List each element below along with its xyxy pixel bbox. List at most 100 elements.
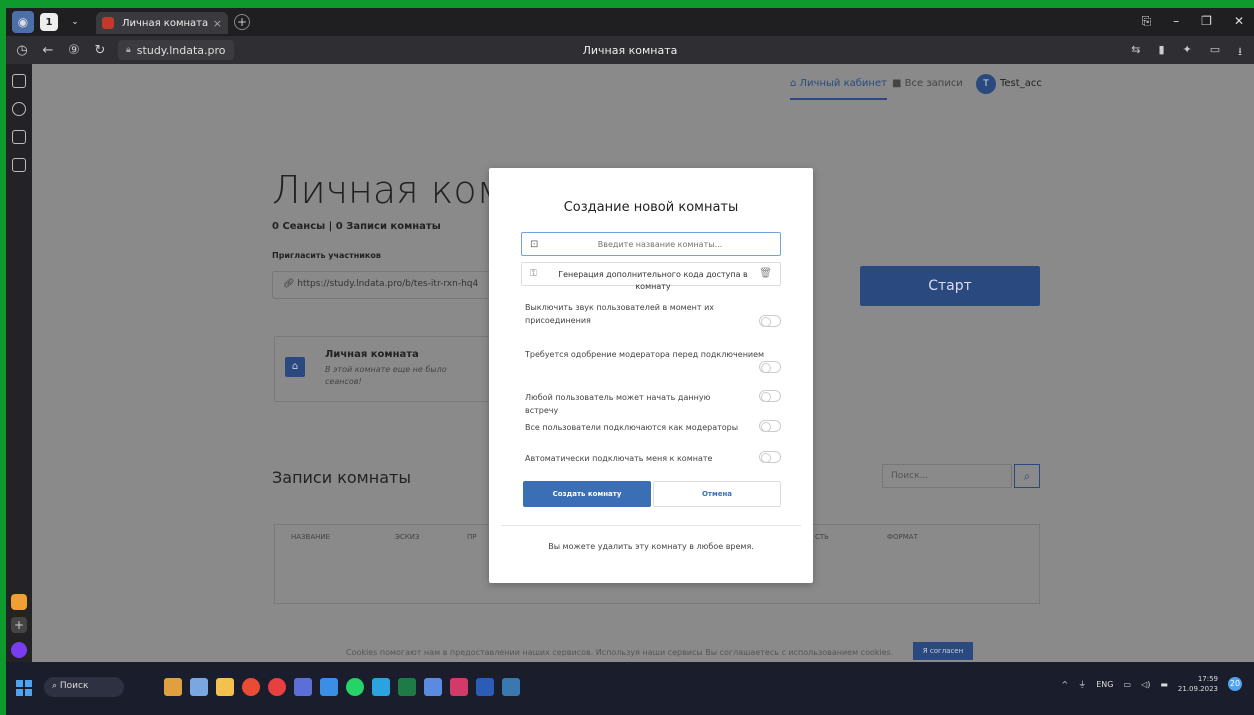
- nav-personal-cabinet[interactable]: ⌂ Личный кабинет: [790, 78, 887, 100]
- explorer-icon[interactable]: [216, 678, 234, 696]
- col-header-thumbnail[interactable]: ЭСКИЗ: [395, 533, 419, 541]
- clock-date: 21.09.2023: [1177, 685, 1218, 693]
- option-moderator-approval-toggle[interactable]: [759, 361, 781, 373]
- telegram-icon[interactable]: [372, 678, 390, 696]
- minimize-icon[interactable]: –: [1173, 14, 1179, 29]
- notification-badge[interactable]: 20: [1228, 677, 1242, 691]
- close-icon[interactable]: ×: [213, 17, 222, 30]
- chevron-down-icon[interactable]: ⌄: [64, 11, 86, 33]
- gallery-icon[interactable]: [12, 158, 26, 172]
- option-mute-on-join-toggle[interactable]: [759, 315, 781, 327]
- option-moderator-approval-label: Требуется одобрение модератора перед под…: [525, 350, 765, 359]
- search-icon[interactable]: ⌕: [1014, 464, 1040, 488]
- windows-start-icon[interactable]: [16, 680, 32, 696]
- avatar[interactable]: T: [976, 74, 996, 94]
- video-icon: ■: [892, 78, 905, 89]
- clock[interactable]: 17:59 21.09.2023: [1178, 674, 1218, 694]
- calendar-icon[interactable]: [12, 130, 26, 144]
- whatsapp-icon[interactable]: [346, 678, 364, 696]
- taskbar-search[interactable]: ⌕ Поиск: [44, 677, 124, 697]
- cookie-accept-button[interactable]: Я согласен: [913, 642, 973, 660]
- network-icon[interactable]: ▭: [1124, 680, 1132, 689]
- word-icon[interactable]: [476, 678, 494, 696]
- active-tab[interactable]: Личная комната ×: [96, 12, 228, 34]
- option-anyone-can-start-toggle[interactable]: [759, 390, 781, 402]
- option-auto-join-toggle[interactable]: [759, 451, 781, 463]
- cancel-button[interactable]: Отмена: [653, 481, 781, 507]
- taskbar-search-label: Поиск: [59, 681, 89, 691]
- invite-label: Пригласить участников: [272, 251, 381, 260]
- bookmark-icon[interactable]: ▮: [1158, 43, 1164, 62]
- records-title: Записи комнаты: [272, 468, 411, 487]
- widget-icon[interactable]: [164, 678, 182, 696]
- room-card-title: Личная комната: [325, 349, 419, 360]
- tab-title: Личная комната: [122, 17, 209, 29]
- access-code-row[interactable]: ⚿ Генерация дополнительного кода доступа…: [521, 262, 781, 291]
- chevron-up-icon[interactable]: ^: [1062, 680, 1069, 689]
- store-icon[interactable]: [320, 678, 338, 696]
- browser-sidebar: + •••: [6, 64, 32, 674]
- python-icon[interactable]: [502, 678, 520, 696]
- col-header-pr[interactable]: ПР: [467, 533, 477, 541]
- play-icon[interactable]: [12, 102, 26, 116]
- app-icon[interactable]: [424, 678, 442, 696]
- teams-icon[interactable]: [294, 678, 312, 696]
- address-bar-actions: ⇆ ▮ ✦ ▭ ⭳: [1131, 43, 1242, 62]
- option-mute-on-join-label: Выключить звук пользователей в момент их…: [525, 303, 714, 325]
- modal-footer-note: Вы можете удалить эту комнату в любое вр…: [548, 542, 754, 551]
- trash-icon[interactable]: 🗑︎: [759, 268, 772, 279]
- volume-icon[interactable]: ◁): [1141, 680, 1150, 689]
- invite-url-field[interactable]: 🔗︎ https://study.lndata.pro/b/tes-itr-rx…: [272, 271, 512, 299]
- room-name-input[interactable]: [550, 236, 770, 252]
- language-indicator[interactable]: ENG: [1096, 680, 1113, 689]
- room-stats: 0 Сеансы | 0 Записи комнаты: [272, 221, 441, 232]
- excel-icon[interactable]: [398, 678, 416, 696]
- modal-title: Создание новой комнаты: [563, 200, 739, 215]
- translate-icon[interactable]: ⇆: [1131, 43, 1140, 62]
- clock-time: 17:59: [1197, 675, 1218, 683]
- back-arrow-icon[interactable]: ←: [38, 43, 58, 58]
- modal-divider: [501, 525, 801, 526]
- option-all-moderators-toggle[interactable]: [759, 420, 781, 432]
- nav-personal-cabinet-label: Личный кабинет: [799, 78, 887, 89]
- usb-icon[interactable]: ⏚: [1078, 679, 1086, 690]
- alice-assistant-icon[interactable]: [11, 642, 27, 658]
- room-card[interactable]: ⌂ Личная комната В этой комнате еще не б…: [274, 336, 514, 402]
- tab-favicon-icon: [102, 17, 114, 29]
- url-text: study.lndata.pro: [136, 43, 226, 57]
- download-icon[interactable]: ⭳: [1238, 43, 1242, 62]
- browser-logo-icon[interactable]: ◉: [12, 11, 34, 33]
- screenshot-icon[interactable]: ⎘: [1142, 14, 1152, 29]
- col-header-visibility[interactable]: СТЬ: [815, 533, 829, 541]
- start-button[interactable]: Старт: [860, 266, 1040, 306]
- site-header: ⌂ Личный кабинет ■ Все записи T Test_acc: [32, 64, 1254, 108]
- mail-app-icon[interactable]: [11, 594, 27, 610]
- window-close-icon[interactable]: ✕: [1234, 14, 1244, 29]
- add-app-icon[interactable]: +: [11, 617, 27, 633]
- url-field[interactable]: 🔒︎ study.lndata.pro: [118, 40, 234, 60]
- room-door-icon: ⊡: [530, 239, 539, 250]
- new-tab-plus-icon[interactable]: +: [234, 14, 250, 30]
- task-view-icon[interactable]: [190, 678, 208, 696]
- col-header-name[interactable]: НАЗВАНИЕ: [291, 533, 330, 541]
- restore-icon[interactable]: ❐: [1201, 14, 1212, 29]
- tab-counter[interactable]: 1: [40, 13, 58, 31]
- nav-all-records[interactable]: ■ Все записи: [892, 78, 963, 89]
- username[interactable]: Test_acc: [1000, 78, 1042, 89]
- notes-icon[interactable]: [12, 74, 26, 88]
- reload-icon[interactable]: ↻: [90, 43, 110, 58]
- records-search-input[interactable]: Поиск...: [882, 464, 1012, 488]
- yandex-icon[interactable]: ⑨: [64, 43, 84, 58]
- room-card-subtitle: В этой комнате еще не было сеансов!: [325, 365, 447, 386]
- create-room-button[interactable]: Создать комнату: [523, 481, 651, 507]
- media-icon[interactable]: [450, 678, 468, 696]
- reader-icon[interactable]: ▭: [1210, 43, 1220, 62]
- room-name-field[interactable]: ⊡: [521, 232, 781, 256]
- history-icon[interactable]: ◷: [12, 43, 32, 58]
- yandex-browser-icon[interactable]: [268, 678, 286, 696]
- extension-icon[interactable]: ✦: [1183, 43, 1192, 62]
- option-auto-join-label: Автоматически подключать меня к комнате: [525, 454, 713, 463]
- chrome-icon[interactable]: [242, 678, 260, 696]
- battery-icon[interactable]: ▬: [1160, 680, 1168, 689]
- col-header-format[interactable]: ФОРМАТ: [887, 533, 918, 541]
